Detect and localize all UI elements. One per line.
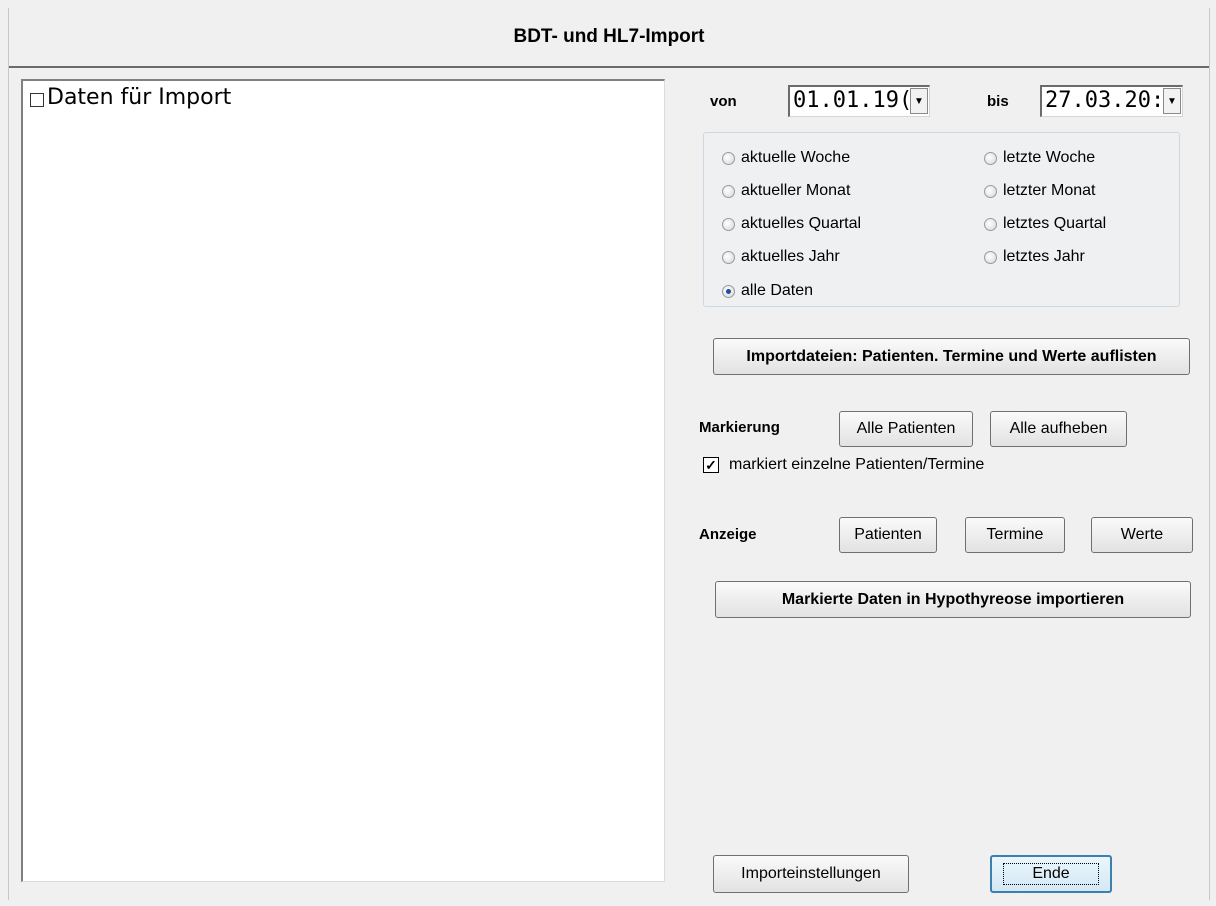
radio-all-data-label: alle Daten	[741, 282, 814, 299]
show-appointments-button[interactable]: Termine	[965, 517, 1065, 553]
radio-current-week-label: aktuelle Woche	[741, 149, 851, 166]
data-tree[interactable]: Daten für Import	[21, 79, 665, 882]
checkmark-icon[interactable]: ✓	[703, 457, 719, 473]
radio-button-icon[interactable]	[722, 184, 735, 198]
radio-button-selected-icon[interactable]	[722, 284, 735, 298]
radio-current-week[interactable]: aktuelle Woche	[722, 149, 850, 167]
clear-all-button[interactable]: Alle aufheben	[990, 411, 1127, 447]
tree-root-item[interactable]: Daten für Import	[30, 85, 231, 110]
show-values-button[interactable]: Werte	[1091, 517, 1193, 553]
radio-button-icon[interactable]	[984, 250, 997, 264]
radio-current-year-label: aktuelles Jahr	[741, 248, 840, 265]
radio-current-quarter[interactable]: aktuelles Quartal	[722, 215, 861, 233]
from-date-value: 01.01.19(	[793, 88, 913, 113]
list-import-files-button[interactable]: Importdateien: Patienten. Termine und We…	[713, 338, 1190, 375]
tree-root-label: Daten für Import	[47, 85, 232, 110]
from-label: von	[710, 93, 737, 110]
radio-button-icon[interactable]	[722, 151, 735, 165]
from-date-combobox[interactable]: 01.01.19( ▼	[788, 85, 930, 117]
show-patients-button[interactable]: Patienten	[839, 517, 937, 553]
radio-last-week[interactable]: letzte Woche	[984, 149, 1095, 167]
radio-button-icon[interactable]	[984, 217, 997, 231]
chevron-down-icon[interactable]: ▼	[1163, 88, 1181, 114]
radio-current-month[interactable]: aktueller Monat	[722, 182, 850, 200]
marking-label: Markierung	[699, 419, 780, 436]
radio-last-month-label: letzter Monat	[1003, 182, 1096, 199]
mark-individual-label: markiert einzelne Patienten/Termine	[729, 456, 985, 473]
window-title: BDT- und HL7-Import	[9, 8, 1209, 68]
radio-button-icon[interactable]	[722, 250, 735, 264]
display-label: Anzeige	[699, 526, 757, 543]
radio-current-quarter-label: aktuelles Quartal	[741, 215, 862, 232]
to-date-combobox[interactable]: 27.03.20: ▼	[1040, 85, 1183, 117]
radio-all-data[interactable]: alle Daten	[722, 282, 813, 300]
to-label: bis	[987, 93, 1009, 110]
mark-individual-checkbox-row[interactable]: ✓ markiert einzelne Patienten/Termine	[703, 456, 984, 474]
import-settings-button[interactable]: Importeinstellungen	[713, 855, 909, 893]
radio-last-year[interactable]: letztes Jahr	[984, 248, 1085, 266]
tree-root-checkbox[interactable]	[30, 92, 44, 107]
end-button[interactable]: Ende	[990, 855, 1112, 893]
select-all-patients-button[interactable]: Alle Patienten	[839, 411, 973, 447]
import-marked-data-button[interactable]: Markierte Daten in Hypothyreose importie…	[715, 581, 1191, 618]
radio-current-year[interactable]: aktuelles Jahr	[722, 248, 840, 266]
radio-last-month[interactable]: letzter Monat	[984, 182, 1095, 200]
radio-last-quarter[interactable]: letztes Quartal	[984, 215, 1106, 233]
chevron-down-icon[interactable]: ▼	[910, 88, 928, 114]
radio-button-icon[interactable]	[984, 151, 997, 165]
radio-button-icon[interactable]	[984, 184, 997, 198]
radio-last-week-label: letzte Woche	[1003, 149, 1096, 166]
radio-button-icon[interactable]	[722, 217, 735, 231]
radio-last-year-label: letztes Jahr	[1003, 248, 1085, 265]
to-date-value: 27.03.20:	[1045, 88, 1165, 113]
radio-last-quarter-label: letztes Quartal	[1003, 215, 1107, 232]
radio-current-month-label: aktueller Monat	[741, 182, 851, 199]
end-button-label: Ende	[1003, 863, 1099, 885]
